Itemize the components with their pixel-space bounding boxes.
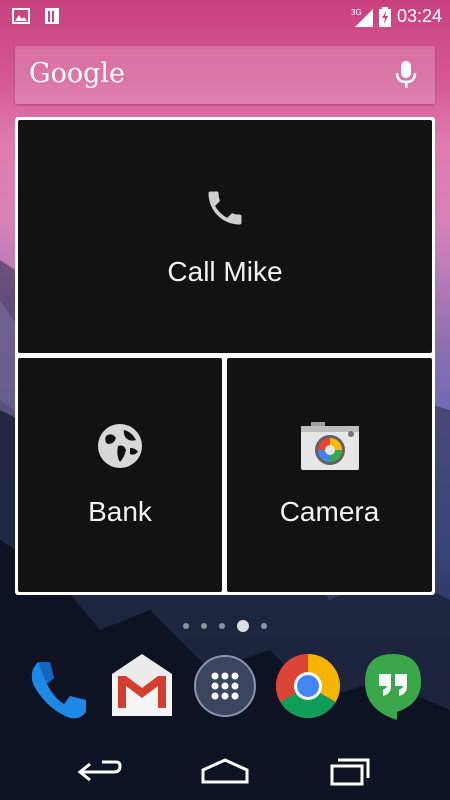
home-icon[interactable]	[195, 754, 255, 788]
page-dot-active	[237, 620, 249, 632]
page-dot	[201, 623, 207, 629]
shortcut-widget: Call Mike Bank Camera	[15, 117, 435, 595]
camera-icon	[300, 422, 359, 470]
phone-icon	[208, 191, 242, 224]
network-type-label: 3G	[351, 8, 362, 17]
tile-label-call: Call Mike	[167, 255, 283, 287]
battery-charging-icon	[378, 6, 391, 27]
back-icon[interactable]	[70, 754, 130, 788]
tile-label-camera: Camera	[279, 496, 380, 527]
gmail-app-icon[interactable]	[106, 650, 178, 722]
navigation-bar	[0, 740, 450, 800]
globe-icon	[98, 424, 142, 468]
status-bar: 3G 03:24	[0, 0, 450, 32]
tile-bank[interactable]: Bank	[18, 358, 222, 592]
signal-icon: 3G	[351, 8, 373, 27]
mic-icon[interactable]	[395, 60, 417, 90]
image-notification-icon	[12, 8, 30, 24]
tile-call-mike[interactable]: Call Mike	[18, 120, 432, 353]
app-drawer-icon[interactable]	[189, 650, 261, 722]
chrome-app-icon[interactable]	[272, 650, 344, 722]
page-dot	[219, 623, 225, 629]
page-dot	[261, 623, 267, 629]
recents-icon[interactable]	[320, 754, 380, 788]
phone-app-icon[interactable]	[20, 650, 92, 722]
google-search-bar[interactable]: Google	[15, 46, 435, 104]
dock	[0, 650, 450, 730]
google-logo: Google	[29, 58, 125, 89]
tile-camera[interactable]: Camera	[227, 358, 432, 592]
page-dot	[183, 623, 189, 629]
clock: 03:24	[396, 6, 442, 26]
hangouts-app-icon[interactable]	[357, 650, 429, 722]
page-indicator	[0, 618, 450, 634]
tile-label-bank: Bank	[88, 496, 152, 527]
sim-notification-icon	[45, 8, 59, 24]
